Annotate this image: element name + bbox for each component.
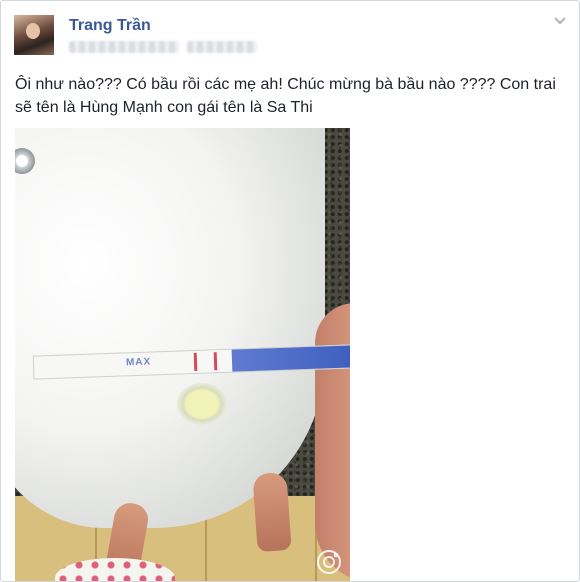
test-line-1 [193,352,198,371]
camera-watermark-icon [315,548,343,576]
sink-drain [15,148,35,174]
post-photo[interactable]: MAX [15,128,350,581]
blurred-audience [187,41,257,53]
author-avatar[interactable] [14,15,54,55]
facebook-post: Trang Trần Ôi như nào??? Có bầu rồi các … [0,0,580,582]
foot-right [252,471,292,553]
test-line-2 [213,352,218,371]
sample-cup [177,383,227,425]
test-strip-handle [231,345,350,372]
post-options-chevron-down-icon[interactable] [551,11,569,29]
test-strip-label: MAX [125,356,152,369]
post-text: Ôi như nào??? Có bầu rồi các mẹ ah! Chúc… [15,76,556,116]
sink-basin [15,128,325,528]
blurred-timestamp [69,41,179,53]
author-name[interactable]: Trang Trần [69,17,151,35]
post-meta-blurred [69,41,257,53]
